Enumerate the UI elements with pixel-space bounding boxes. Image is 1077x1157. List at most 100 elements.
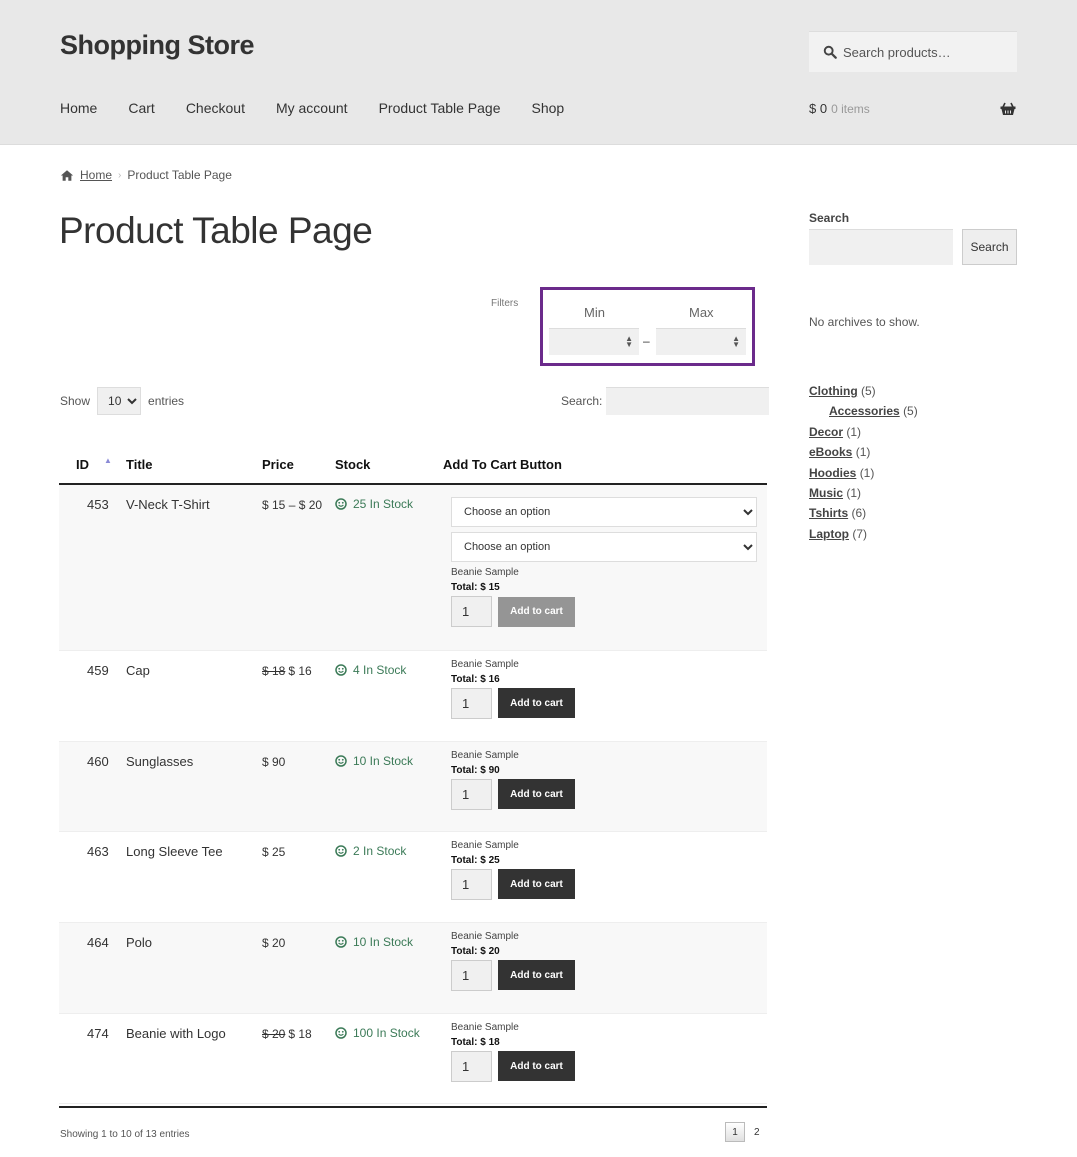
- stock-status: 2 In Stock: [335, 844, 443, 858]
- sample-label: Beanie Sample: [451, 749, 519, 761]
- nav-my-account[interactable]: My account: [276, 100, 348, 116]
- breadcrumb-home[interactable]: Home: [80, 168, 112, 182]
- add-to-cart-button[interactable]: Add to cart: [498, 779, 575, 809]
- category-count: (1): [855, 445, 871, 460]
- add-to-cart-button[interactable]: Add to cart: [498, 960, 575, 990]
- product-title[interactable]: Cap: [126, 650, 262, 742]
- table-row: 464 Polo $ 20 10 In Stock Beanie Sample …: [59, 922, 767, 1014]
- header-add-to-cart[interactable]: Add To Cart Button: [443, 446, 767, 485]
- add-to-cart-cell: Beanie Sample Total: $ 20 Add to cart: [443, 922, 767, 1014]
- add-to-cart-cell: Beanie Sample Total: $ 90 Add to cart: [443, 741, 767, 832]
- basket-icon[interactable]: [1000, 101, 1016, 117]
- add-to-cart-button[interactable]: Add to cart: [498, 596, 575, 627]
- table-bottom-border: [59, 1106, 767, 1108]
- table-search-input[interactable]: [606, 387, 770, 415]
- add-to-cart-button[interactable]: Add to cart: [498, 869, 575, 899]
- page-2-button[interactable]: 2: [754, 1127, 760, 1138]
- quantity-input[interactable]: [451, 596, 492, 627]
- category-link[interactable]: Accessories: [829, 404, 900, 418]
- sale-price: $ 90: [262, 754, 286, 769]
- category-count: (1): [859, 465, 875, 480]
- sale-price: $ 15 – $ 20: [262, 498, 323, 512]
- stock-status: 100 In Stock: [335, 1026, 443, 1040]
- sale-price: $ 16: [288, 663, 312, 678]
- header-cart[interactable]: $ 00 items: [809, 101, 870, 116]
- category-count: (6): [851, 506, 867, 521]
- product-title[interactable]: V-Neck T-Shirt: [126, 484, 262, 651]
- spinner-icon[interactable]: ▲ ▼: [732, 335, 740, 349]
- max-input[interactable]: ▲ ▼: [656, 328, 746, 355]
- product-id: 464: [59, 922, 126, 1014]
- category-link[interactable]: Tshirts: [809, 506, 848, 520]
- header-price[interactable]: Price: [262, 446, 335, 485]
- sidebar-search-button[interactable]: Search: [962, 229, 1017, 265]
- stock-status: 10 In Stock: [335, 935, 443, 949]
- category-count: (1): [846, 486, 862, 501]
- table-search-label: Search:: [561, 394, 603, 408]
- quantity-input[interactable]: [451, 778, 492, 810]
- quantity-input[interactable]: [451, 1050, 492, 1082]
- nav-home[interactable]: Home: [60, 100, 97, 116]
- nav-checkout[interactable]: Checkout: [186, 100, 245, 116]
- product-title[interactable]: Beanie with Logo: [126, 1013, 262, 1104]
- table-row: 460 Sunglasses $ 90 10 In Stock Beanie S…: [59, 741, 767, 832]
- product-title[interactable]: Polo: [126, 922, 262, 1014]
- variation-select[interactable]: Choose an option: [451, 497, 757, 527]
- add-to-cart-cell: Beanie Sample Total: $ 18 Add to cart: [443, 1013, 767, 1104]
- sale-price: $ 18: [288, 1026, 312, 1041]
- category-link[interactable]: Hoodies: [809, 466, 856, 480]
- quantity-input[interactable]: [451, 959, 492, 991]
- category-link[interactable]: Decor: [809, 425, 843, 439]
- variation-select[interactable]: Choose an option: [451, 532, 757, 562]
- nav-shop[interactable]: Shop: [532, 100, 565, 116]
- header-stock[interactable]: Stock: [335, 446, 443, 485]
- cart-total: $ 0: [809, 101, 828, 116]
- category-link[interactable]: eBooks: [809, 445, 852, 459]
- table-row: 463 Long Sleeve Tee $ 25 2 In Stock Bean…: [59, 831, 767, 923]
- add-to-cart-cell: Beanie Sample Total: $ 16 Add to cart: [443, 650, 767, 742]
- page-size-select[interactable]: 10: [97, 387, 142, 415]
- product-price: $ 90: [262, 741, 335, 832]
- show-entries: Show 10 entries: [60, 387, 184, 415]
- filters-label: Filters: [491, 298, 519, 309]
- add-to-cart-button[interactable]: Add to cart: [498, 1051, 575, 1081]
- category-link[interactable]: Music: [809, 486, 843, 500]
- table-row: 453 V-Neck T-Shirt $ 15 – $ 20 25 In Sto…: [59, 484, 767, 651]
- nav-product-table-page[interactable]: Product Table Page: [379, 100, 501, 116]
- smile-icon: [335, 1026, 347, 1039]
- sale-price: $ 25: [262, 844, 286, 859]
- sidebar-search-input[interactable]: [809, 229, 953, 265]
- product-title[interactable]: Long Sleeve Tee: [126, 831, 262, 923]
- quantity-input[interactable]: [451, 868, 492, 900]
- table-info: Showing 1 to 10 of 13 entries: [60, 1129, 190, 1140]
- product-price: $ 25: [262, 831, 335, 923]
- site-title[interactable]: Shopping Store: [60, 30, 254, 61]
- product-search-input[interactable]: [843, 44, 1003, 60]
- category-link[interactable]: Laptop: [809, 527, 849, 541]
- category-item: Hoodies (1): [809, 463, 918, 483]
- stock-status: 25 In Stock: [335, 497, 443, 511]
- range-dash: –: [643, 334, 650, 348]
- show-label: Show: [60, 394, 91, 408]
- sort-ascending-icon[interactable]: ▲: [104, 456, 112, 465]
- stock-status: 4 In Stock: [335, 663, 443, 677]
- product-title[interactable]: Sunglasses: [126, 741, 262, 832]
- total-price: Total: $ 16: [451, 673, 500, 685]
- category-item: Clothing (5): [809, 381, 918, 401]
- page-1-button[interactable]: 1: [725, 1122, 745, 1142]
- spinner-icon[interactable]: ▲ ▼: [625, 335, 633, 349]
- header-title[interactable]: Title: [126, 446, 262, 485]
- category-link[interactable]: Clothing: [809, 384, 858, 398]
- category-count: (5): [861, 384, 876, 398]
- product-search: [809, 31, 1017, 72]
- header-id[interactable]: ID ▲: [59, 446, 126, 485]
- regular-price: $ 18: [262, 663, 286, 678]
- quantity-input[interactable]: [451, 687, 492, 719]
- product-id: 463: [59, 831, 126, 923]
- smile-icon: [335, 498, 347, 510]
- add-to-cart-button[interactable]: Add to cart: [498, 688, 575, 718]
- category-list: Clothing (5) Accessories (5) Decor (1) eBoo…: [809, 381, 918, 544]
- breadcrumb: Home › Product Table Page: [60, 168, 232, 182]
- nav-cart[interactable]: Cart: [128, 100, 154, 116]
- min-input[interactable]: ▲ ▼: [549, 328, 639, 355]
